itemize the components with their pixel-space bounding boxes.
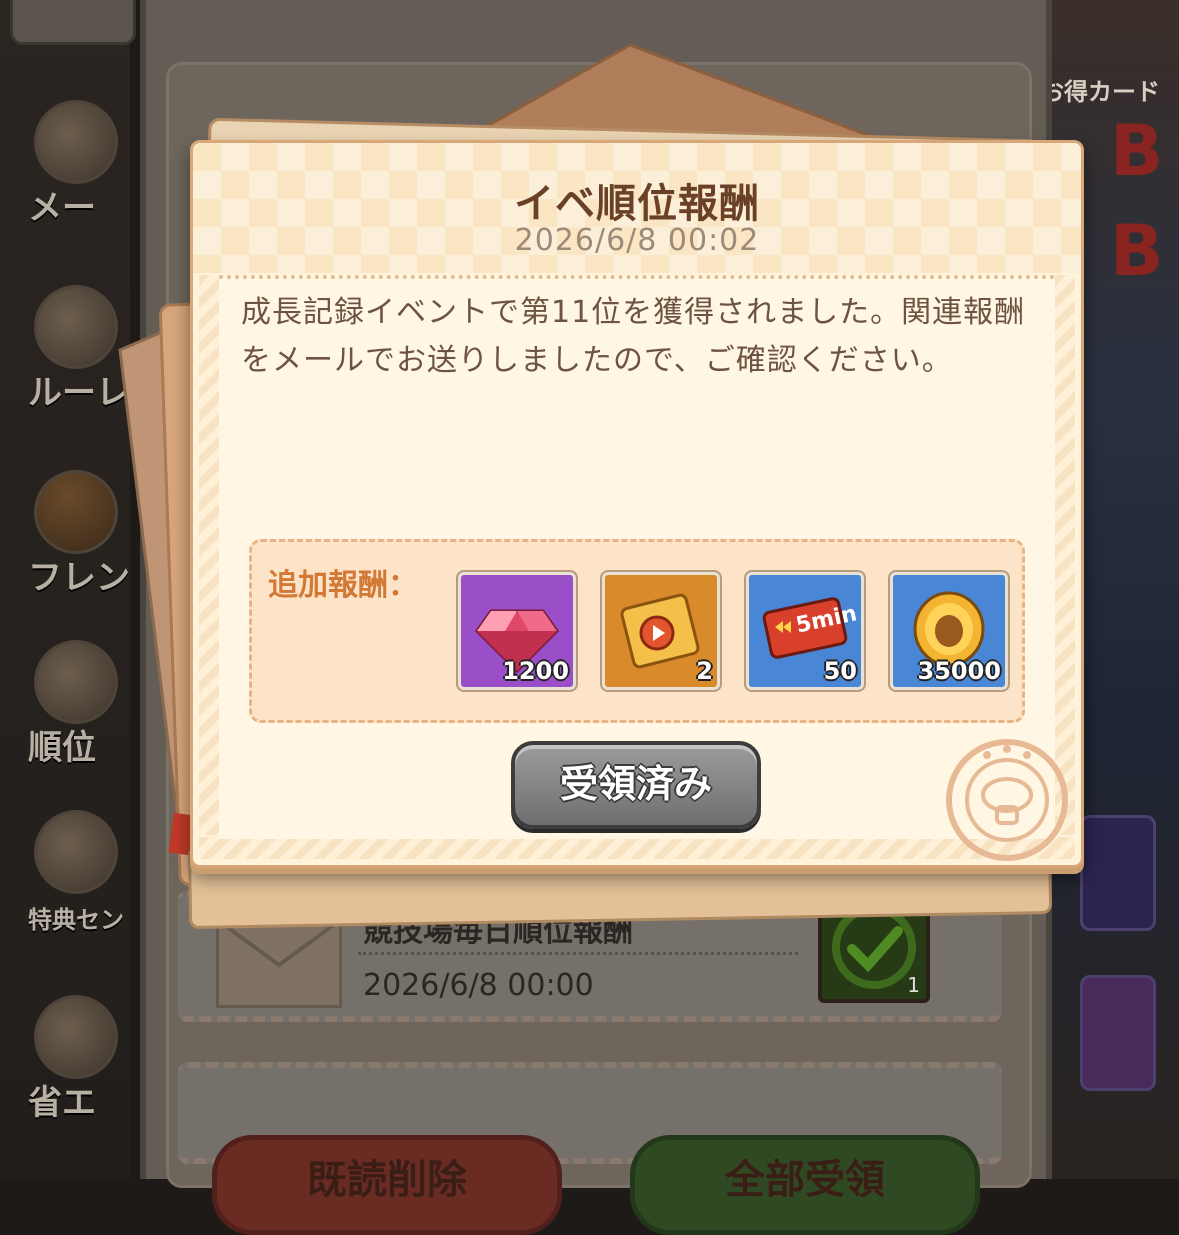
- reward-quantity: 50: [823, 657, 857, 685]
- power-save-icon: [34, 995, 118, 1079]
- reward-item-ticket[interactable]: 2: [602, 572, 720, 690]
- reward-item-speedup[interactable]: 5min 50: [746, 572, 864, 690]
- promo-banner-letter: B: [1110, 110, 1164, 192]
- claim-all-button[interactable]: 全部受領: [630, 1135, 980, 1235]
- stripe-border: [199, 275, 219, 835]
- promo-banner-letter: B: [1110, 210, 1164, 292]
- mail-date: 2026/6/8 00:00: [363, 968, 594, 1003]
- reward-quantity: 35000: [917, 657, 1002, 685]
- divider: [358, 952, 798, 955]
- reward-item-coin[interactable]: 35000: [890, 572, 1008, 690]
- reward-quantity: 2: [696, 657, 713, 685]
- event-tile[interactable]: [1080, 975, 1156, 1091]
- claim-all-label: 全部受領: [725, 1157, 885, 1203]
- treasure-chest-icon: [34, 810, 118, 894]
- mushroom-stamp-icon: [946, 739, 1068, 861]
- sidebar-item-label: 省エ: [28, 1083, 96, 1123]
- claimed-button[interactable]: 受領済み: [511, 741, 761, 829]
- dialog-date: 2026/6/8 00:02: [514, 223, 760, 258]
- mail-detail-dialog: イベ順位報酬 2026/6/8 00:02 成長記録イベントで第11位を獲得され…: [190, 140, 1084, 868]
- reward-quantity: 1200: [502, 657, 569, 685]
- event-tile[interactable]: [1080, 815, 1156, 931]
- roulette-icon: [34, 285, 118, 369]
- reward-count: 1: [907, 973, 920, 997]
- delete-read-button[interactable]: 既読削除: [212, 1135, 562, 1235]
- reward-label: 追加報酬：: [268, 568, 418, 603]
- mail-icon: [34, 100, 118, 184]
- reward-section: 追加報酬： 1200 2 5min 50 35000: [249, 539, 1025, 723]
- mail-message: 成長記録イベントで第11位を獲得されました。関連報酬をメールでお送りしましたので…: [241, 295, 1026, 378]
- reward-item-gem[interactable]: 1200: [458, 572, 576, 690]
- sidebar-item-power-save[interactable]: 省エ: [28, 995, 128, 1123]
- dialog-title: イベ順位報酬: [514, 181, 760, 227]
- delete-read-label: 既読削除: [307, 1157, 467, 1203]
- ranking-trophy-icon: [34, 640, 118, 724]
- friend-mushroom-icon: [34, 470, 118, 554]
